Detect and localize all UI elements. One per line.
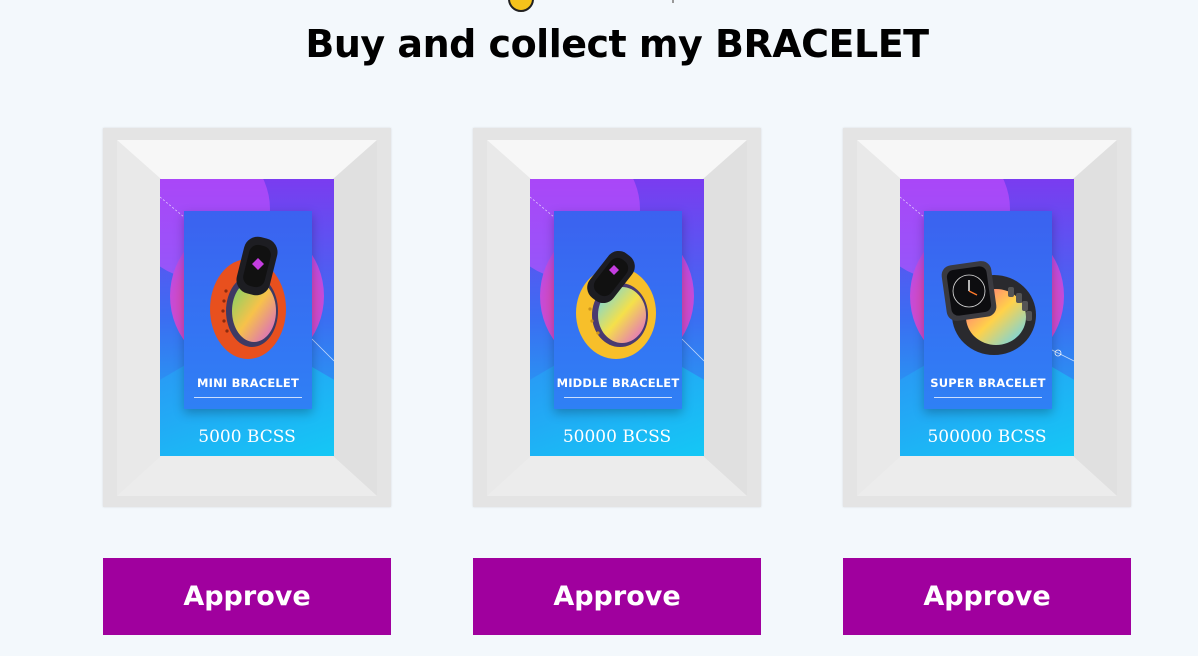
product-name: MIDDLE BRACELET <box>556 376 680 390</box>
product-price: 500000 BCSS <box>927 427 1047 447</box>
approve-button-middle[interactable]: Approve <box>473 558 761 635</box>
picture-frame: MIDDLE BRACELET 50000 BCSS <box>473 128 761 507</box>
smartwatch-icon <box>941 261 1036 355</box>
divider <box>564 397 672 398</box>
divider <box>934 397 1042 398</box>
approve-button-super[interactable]: Approve <box>843 558 1131 635</box>
picture-frame: MINI BRACELET 5000 BCSS <box>103 128 391 507</box>
page: Buy and collect my BRACELET MINI BRACELE… <box>0 0 1198 656</box>
product-card-mini: MINI BRACELET 5000 BCSS <box>103 128 391 507</box>
approve-button-mini[interactable]: Approve <box>103 558 391 635</box>
fitness-band-icon <box>210 236 286 359</box>
product-price: 5000 BCSS <box>198 427 296 447</box>
product-name: SUPER BRACELET <box>930 376 1046 390</box>
logo-icon <box>508 0 534 12</box>
product-price: 50000 BCSS <box>562 427 672 447</box>
page-title: Buy and collect my BRACELET <box>305 22 929 66</box>
product-poster: SUPER BRACELET 500000 BCSS <box>900 179 1074 456</box>
fitness-band-icon <box>576 250 656 359</box>
product-poster: MIDDLE BRACELET 50000 BCSS <box>530 179 704 456</box>
divider <box>194 397 302 398</box>
divider <box>672 0 674 3</box>
product-name: MINI BRACELET <box>196 376 300 390</box>
product-card-super: SUPER BRACELET 500000 BCSS <box>843 128 1131 507</box>
picture-frame: SUPER BRACELET 500000 BCSS <box>843 128 1131 507</box>
product-card-middle: MIDDLE BRACELET 50000 BCSS <box>473 128 761 507</box>
product-poster: MINI BRACELET 5000 BCSS <box>160 179 334 456</box>
